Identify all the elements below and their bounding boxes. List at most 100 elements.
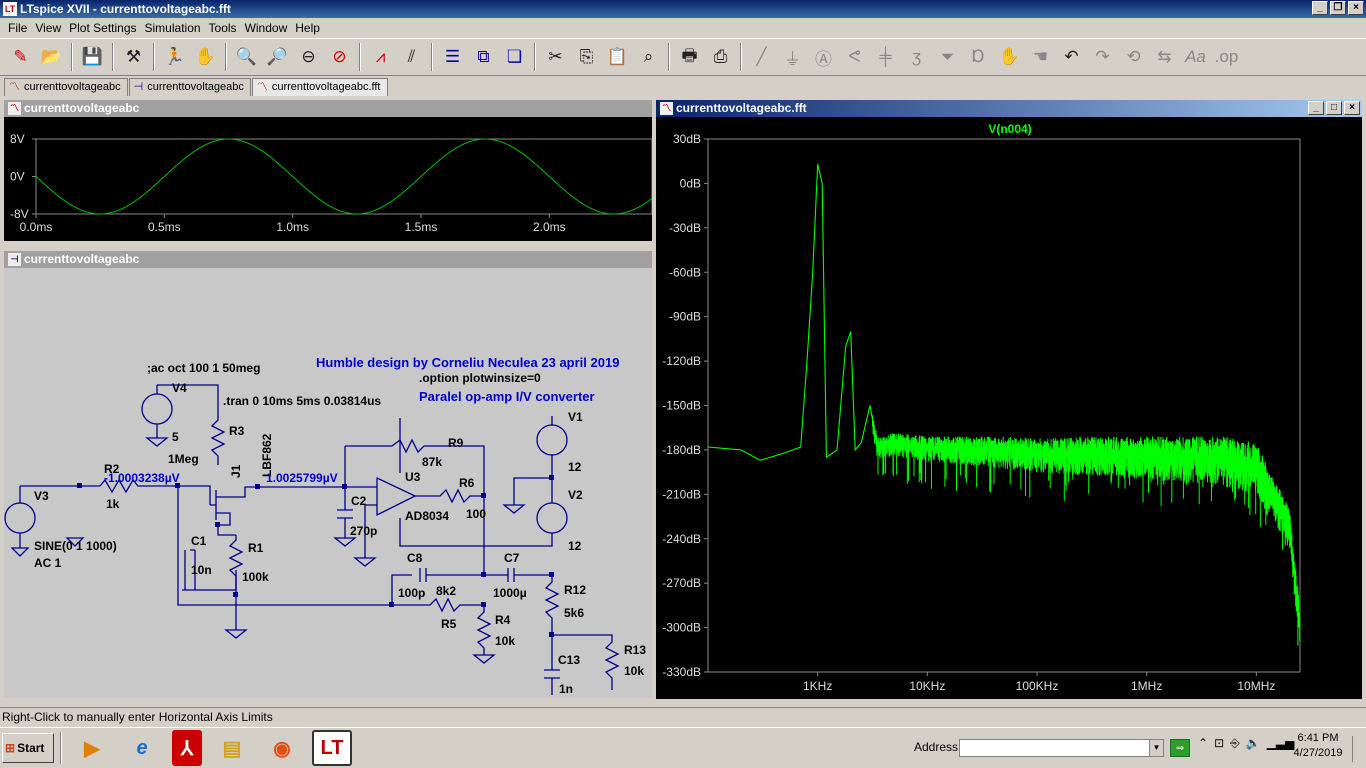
explorer-icon[interactable]: ▤	[212, 730, 252, 766]
view-netlist-icon[interactable]: ⫽	[397, 43, 426, 72]
fft-maximize-button[interactable]: □	[1326, 101, 1342, 115]
text-icon[interactable]: Aa	[1181, 43, 1210, 72]
ground-icon[interactable]: ⏚	[778, 43, 807, 72]
address-input[interactable]: ▼	[959, 739, 1164, 757]
ltspice-icon[interactable]: LT	[312, 730, 352, 766]
u3-model[interactable]: AD8034	[405, 509, 449, 523]
redo-icon[interactable]: ↷	[1088, 43, 1117, 72]
r2-value[interactable]: 1k	[106, 497, 120, 511]
move-icon[interactable]: ☚	[1026, 43, 1055, 72]
fft-trace-label[interactable]: V(n004)	[988, 122, 1031, 136]
v2-value[interactable]: 12	[568, 539, 582, 553]
v3-label[interactable]: V3	[34, 489, 49, 503]
copy-icon[interactable]: ⎘	[572, 43, 601, 72]
r12-value[interactable]: 5k6	[564, 606, 584, 620]
v3-sine[interactable]: SINE(0 1 1000)	[34, 539, 117, 553]
save-icon[interactable]: 💾	[78, 43, 107, 72]
open-icon[interactable]: 📂	[37, 43, 66, 72]
halt-icon[interactable]: ✋	[191, 43, 220, 72]
c2-label[interactable]: C2	[351, 494, 367, 508]
probe-voltage-1[interactable]: -1.0003238µV	[104, 471, 180, 485]
firefox-icon[interactable]: ◉	[262, 730, 302, 766]
v4-value[interactable]: 5	[172, 430, 179, 444]
paste-icon[interactable]: 📋	[603, 43, 632, 72]
zoom-in-icon[interactable]: 🔍	[232, 43, 261, 72]
v4-label[interactable]: V4	[172, 381, 187, 395]
option-directive[interactable]: .option plotwinsize=0	[419, 371, 541, 385]
r6-value[interactable]: 100	[466, 507, 486, 521]
paralel-annotation[interactable]: Paralel op-amp I/V converter	[419, 389, 595, 404]
menu-file[interactable]: File	[4, 21, 31, 35]
tran-directive[interactable]: .tran 0 10ms 5ms 0.03814us	[223, 394, 381, 408]
r4-value[interactable]: 10k	[495, 634, 515, 648]
network-icon[interactable]: ⊡	[1214, 736, 1224, 751]
v3-ac[interactable]: AC 1	[34, 556, 62, 570]
c2-value[interactable]: 270p	[350, 524, 377, 538]
c7-value[interactable]: 1000µ	[493, 586, 527, 600]
component-icon[interactable]: Ɒ	[964, 43, 993, 72]
rotate-icon[interactable]: ⟲	[1119, 43, 1148, 72]
close-button[interactable]: ×	[1348, 1, 1364, 15]
menu-simulation[interactable]: Simulation	[141, 21, 205, 35]
undo-icon[interactable]: ↶	[1057, 43, 1086, 72]
go-button[interactable]: ⇒	[1170, 739, 1190, 757]
r5-value[interactable]: 8k2	[436, 584, 456, 598]
j1-label[interactable]: J1	[229, 464, 243, 478]
removable-device-icon[interactable]: ⎆	[1230, 736, 1240, 751]
chevron-down-icon[interactable]: ▼	[1149, 740, 1163, 756]
clock[interactable]: 6:41 PM 4/27/2019	[1288, 731, 1348, 761]
r4-label[interactable]: R4	[495, 613, 511, 627]
menu-plot-settings[interactable]: Plot Settings	[65, 21, 140, 35]
find-icon[interactable]: ⌕	[634, 43, 663, 72]
print-icon[interactable]: ⎙	[706, 43, 735, 72]
minimize-button[interactable]: _	[1312, 1, 1328, 15]
r1-label[interactable]: R1	[248, 541, 264, 555]
cut-icon[interactable]: ✂	[541, 43, 570, 72]
r6-label[interactable]: R6	[459, 476, 475, 490]
schematic-canvas[interactable]: Humble design by Corneliu Neculea 23 apr…	[4, 268, 652, 698]
zoom-cancel-icon[interactable]: ⊘	[325, 43, 354, 72]
transient-plot[interactable]: 8V 0V -8V 0.0ms 0.5ms 1.0ms 1.5ms 2.0ms	[4, 117, 652, 241]
control-panel-icon[interactable]: ⚒	[119, 43, 148, 72]
menu-tools[interactable]: Tools	[205, 21, 241, 35]
run-icon[interactable]: 🏃	[160, 43, 189, 72]
ac-directive[interactable]: ;ac oct 100 1 50meg	[147, 361, 260, 375]
c8-value[interactable]: 100p	[398, 586, 425, 600]
zoom-pan-icon[interactable]: 🔎	[263, 43, 292, 72]
volume-icon[interactable]: 🔈	[1246, 736, 1261, 751]
start-button[interactable]: ⊞ Start	[2, 733, 54, 763]
c8-label[interactable]: C8	[407, 551, 423, 565]
diode-icon[interactable]: ⏷	[933, 43, 962, 72]
c7-label[interactable]: C7	[504, 551, 520, 565]
u3-label[interactable]: U3	[405, 470, 421, 484]
chevron-up-icon[interactable]: ⌃	[1198, 736, 1208, 751]
fft-window-title[interactable]: 〽 currenttovoltageabc.fft _ □ ×	[656, 100, 1362, 117]
title-annotation[interactable]: Humble design by Corneliu Neculea 23 apr…	[316, 355, 619, 370]
schematic-window-title[interactable]: ⊣ currenttovoltageabc	[4, 251, 652, 268]
show-desktop-button[interactable]	[1352, 736, 1364, 762]
spice-directive-icon[interactable]: .op	[1212, 43, 1241, 72]
c13-label[interactable]: C13	[558, 653, 580, 667]
new-schematic-icon[interactable]: ✎	[6, 43, 35, 72]
fft-close-button[interactable]: ×	[1344, 101, 1360, 115]
v1-value[interactable]: 12	[568, 460, 582, 474]
v2-label[interactable]: V2	[568, 488, 583, 502]
capacitor-icon[interactable]: ╪	[871, 43, 900, 72]
zoom-out-icon[interactable]: ⊖	[294, 43, 323, 72]
r13-value[interactable]: 10k	[624, 664, 644, 678]
menu-window[interactable]: Window	[241, 21, 292, 35]
ie-icon[interactable]: e	[122, 730, 162, 766]
label-net-icon[interactable]: Ⓐ	[809, 43, 838, 72]
tab-transient[interactable]: 〽 currenttovoltageabc	[4, 78, 128, 96]
mirror-icon[interactable]: ⇆	[1150, 43, 1179, 72]
print-setup-icon[interactable]: 🖶	[675, 43, 704, 72]
c1-value[interactable]: 10n	[191, 563, 212, 577]
r3-value[interactable]: 1Meg	[168, 452, 199, 466]
transient-window-title[interactable]: 〽 currenttovoltageabc	[4, 100, 652, 117]
tile-horizontal-icon[interactable]: ☰	[438, 43, 467, 72]
fft-minimize-button[interactable]: _	[1308, 101, 1324, 115]
fft-plot[interactable]: V(n004) 30dB 0dB -30dB -60dB -90dB -120dB -150…	[656, 117, 1362, 699]
c1-label[interactable]: C1	[191, 534, 207, 548]
drag-icon[interactable]: ✋	[995, 43, 1024, 72]
c13-value[interactable]: 1n	[559, 682, 573, 696]
